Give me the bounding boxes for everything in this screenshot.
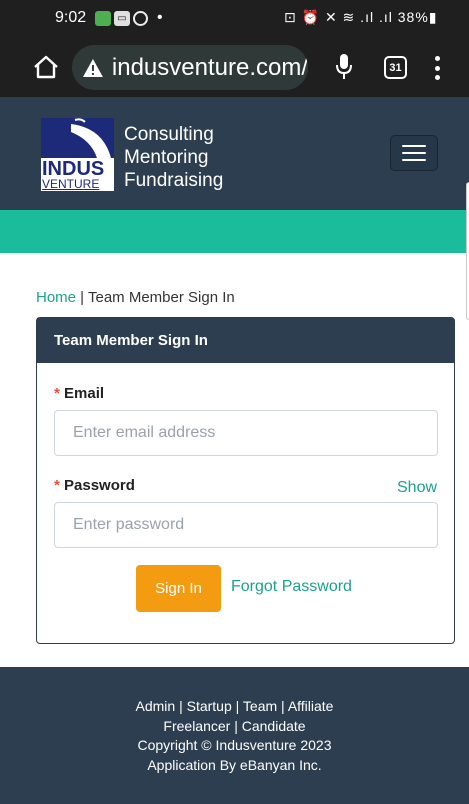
forgot-password-link[interactable]: Forgot Password — [231, 578, 352, 596]
menu-dots-icon[interactable] — [432, 56, 442, 80]
footer-separator: | — [231, 698, 243, 714]
breadcrumb: Home | Team Member Sign In — [36, 289, 235, 306]
signin-card: Team Member Sign In * Email * Password S… — [36, 317, 455, 644]
footer-separator: | — [175, 698, 187, 714]
home-icon[interactable] — [32, 53, 60, 81]
password-field[interactable] — [54, 502, 438, 548]
footer-link-team[interactable]: Team — [243, 698, 277, 714]
footer-link-candidate[interactable]: Candidate — [242, 718, 306, 734]
whatsapp-icon — [133, 11, 148, 26]
email-label-text: Email — [64, 385, 105, 402]
required-mark: * — [54, 385, 65, 402]
address-bar[interactable]: indusventure.com/ — [72, 45, 308, 90]
hamburger-icon[interactable] — [390, 135, 438, 171]
more-notifications-dot: • — [157, 9, 163, 26]
browser-toolbar: indusventure.com/ 31 — [0, 38, 469, 97]
tab-count: 31 — [389, 61, 402, 74]
footer-credit: Application By eBanyan Inc. — [147, 756, 322, 773]
footer-link-admin[interactable]: Admin — [136, 698, 176, 714]
breadcrumb-current: Team Member Sign In — [87, 289, 235, 306]
voicemail-icon: ▭ — [114, 11, 130, 26]
url-text: indusventure.com/ — [111, 53, 308, 81]
status-bar: 9:02 ▭ • ⊡ ⏰ ✕ ≋ .ıl .ıl 38%▮ — [0, 0, 469, 38]
warning-icon[interactable] — [82, 58, 104, 78]
breadcrumb-home-link[interactable]: Home — [36, 289, 76, 306]
indus-venture-logo[interactable]: INDUS VENTURE — [41, 118, 114, 191]
show-password-link[interactable]: Show — [397, 479, 437, 497]
tagline-consulting: Consulting — [124, 124, 214, 145]
email-label: * Email — [54, 385, 104, 402]
password-label: * Password — [54, 477, 135, 494]
tagline-fundraising: Fundraising — [124, 170, 224, 191]
app-notification-icon — [95, 11, 111, 26]
required-mark: * — [54, 477, 65, 494]
footer-separator: | — [277, 698, 288, 714]
logo-text-venture: VENTURE — [42, 177, 100, 191]
footer: Admin | Startup | Team | Affiliate Freel… — [0, 667, 469, 804]
tabs-icon[interactable]: 31 — [384, 56, 407, 79]
breadcrumb-separator: | — [76, 289, 88, 306]
clock: 9:02 — [55, 9, 87, 26]
footer-copyright: Copyright © Indusventure 2023 — [137, 737, 332, 753]
system-status-icons: ⊡ ⏰ ✕ ≋ .ıl .ıl 38%▮ — [284, 9, 438, 25]
footer-links-row-2: Freelancer | Candidate — [0, 717, 469, 737]
footer-links-row-1: Admin | Startup | Team | Affiliate — [0, 697, 469, 717]
password-label-text: Password — [64, 477, 135, 494]
logo-text-indus: INDUS — [42, 158, 105, 180]
footer-link-affiliate[interactable]: Affiliate — [288, 698, 334, 714]
mic-icon[interactable] — [334, 52, 354, 82]
footer-link-startup[interactable]: Startup — [187, 698, 232, 714]
taglines: Consulting Mentoring Fundraising — [124, 123, 223, 192]
site-header: INDUS VENTURE Consulting Mentoring Fundr… — [0, 97, 469, 210]
footer-separator: | — [230, 717, 242, 734]
tagline-mentoring: Mentoring — [124, 147, 209, 168]
teal-band — [0, 210, 469, 253]
email-field[interactable] — [54, 410, 438, 456]
signin-button[interactable]: Sign In — [136, 565, 221, 612]
footer-link-freelancer[interactable]: Freelancer — [163, 718, 230, 734]
card-title: Team Member Sign In — [37, 318, 454, 363]
